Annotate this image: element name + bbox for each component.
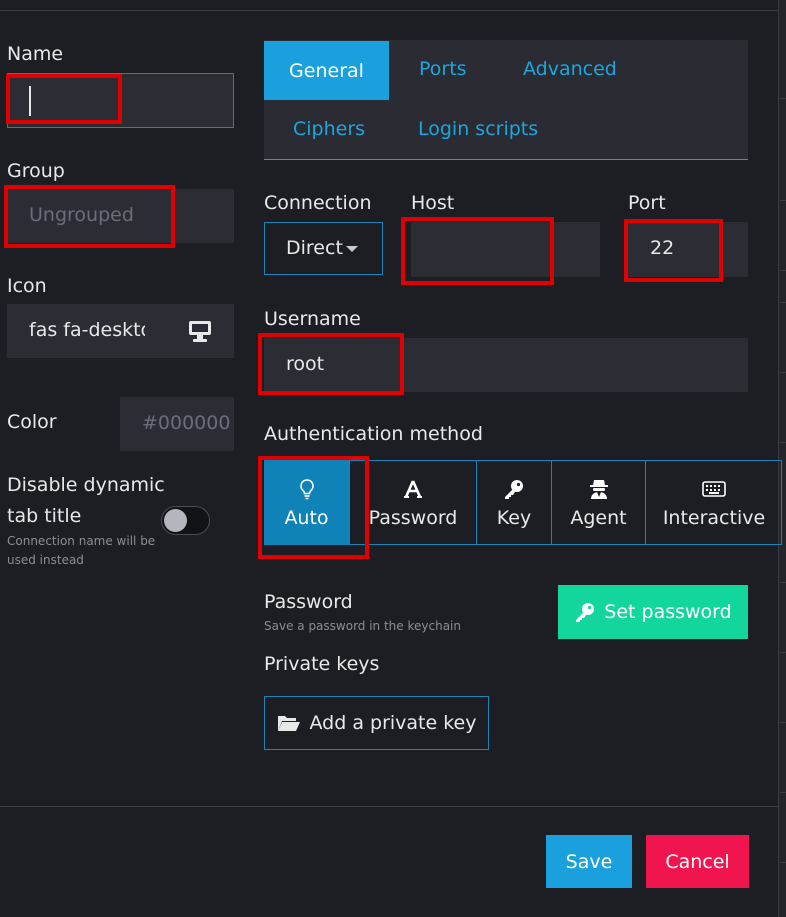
key-icon <box>503 477 525 501</box>
color-field[interactable]: #000000 <box>120 397 234 451</box>
user-secret-icon <box>588 477 610 501</box>
strip-divider <box>780 792 786 793</box>
connection-dropdown[interactable]: Direct <box>264 222 383 275</box>
font-icon <box>403 477 423 501</box>
color-label: Color <box>7 411 57 433</box>
icon-value: fas fa-desktop <box>29 319 145 341</box>
icon-label: Icon <box>7 275 47 297</box>
auth-key-button[interactable]: Key <box>476 460 551 545</box>
strip-divider <box>780 302 786 303</box>
strip-divider <box>780 582 786 583</box>
password-hint: Save a password in the keychain <box>264 619 461 633</box>
auth-interactive-label: Interactive <box>662 506 766 529</box>
tab-advanced[interactable]: Advanced <box>523 58 617 80</box>
toggle-knob <box>164 509 187 532</box>
strip-divider <box>780 652 786 653</box>
highlight-group <box>4 185 175 248</box>
connection-value: Direct <box>286 237 343 259</box>
tab-ciphers[interactable]: Ciphers <box>293 118 365 140</box>
tab-login-scripts[interactable]: Login scripts <box>418 118 538 140</box>
highlight-name <box>6 74 122 124</box>
desktop-icon <box>188 320 212 346</box>
color-placeholder: #000000 <box>142 412 231 434</box>
name-label: Name <box>7 43 64 65</box>
disable-title-hint-line2: used instead <box>7 553 84 567</box>
username-label: Username <box>264 308 361 330</box>
chevron-down-icon <box>346 246 358 252</box>
auth-key-label: Key <box>496 506 532 529</box>
tab-general[interactable]: General <box>264 41 389 100</box>
highlight-username <box>258 333 404 395</box>
auth-method-label: Authentication method <box>264 423 483 445</box>
auth-agent-button[interactable]: Agent <box>551 460 645 545</box>
top-divider <box>0 10 778 11</box>
footer-divider <box>0 806 778 807</box>
tab-ports[interactable]: Ports <box>419 58 467 80</box>
private-keys-label: Private keys <box>264 653 380 675</box>
auth-agent-label: Agent <box>570 506 627 529</box>
keyboard-icon <box>702 477 726 501</box>
disable-title-label-line2: tab title <box>7 505 82 527</box>
host-label: Host <box>411 192 455 214</box>
set-password-label: Set password <box>604 601 732 623</box>
add-private-key-label: Add a private key <box>309 712 477 734</box>
highlight-port <box>624 219 723 282</box>
port-label: Port <box>628 192 666 214</box>
group-label: Group <box>7 160 65 182</box>
strip-divider <box>780 98 786 99</box>
strip-divider <box>780 270 786 271</box>
folder-open-icon <box>277 713 301 733</box>
strip-divider <box>780 372 786 373</box>
disable-title-label-line1: Disable dynamic <box>7 474 165 496</box>
strip-divider <box>780 200 786 201</box>
connection-label: Connection <box>264 192 372 214</box>
cancel-button[interactable]: Cancel <box>646 835 749 888</box>
password-label: Password <box>264 591 353 613</box>
auth-interactive-button[interactable]: Interactive <box>645 460 782 545</box>
disable-title-toggle[interactable] <box>161 506 210 535</box>
strip-divider <box>780 862 786 863</box>
disable-title-hint-line1: Connection name will be <box>7 534 156 548</box>
scrollbar-track[interactable] <box>778 0 786 917</box>
set-password-button[interactable]: Set password <box>558 585 748 639</box>
key-icon <box>574 601 596 623</box>
highlight-auth-auto <box>258 456 369 559</box>
highlight-host <box>401 217 554 285</box>
icon-field[interactable]: fas fa-desktop <box>7 304 234 358</box>
add-private-key-button[interactable]: Add a private key <box>264 696 489 750</box>
strip-divider <box>780 722 786 723</box>
strip-divider <box>780 442 786 443</box>
auth-password-label: Password <box>368 506 458 529</box>
save-button[interactable]: Save <box>546 835 632 888</box>
